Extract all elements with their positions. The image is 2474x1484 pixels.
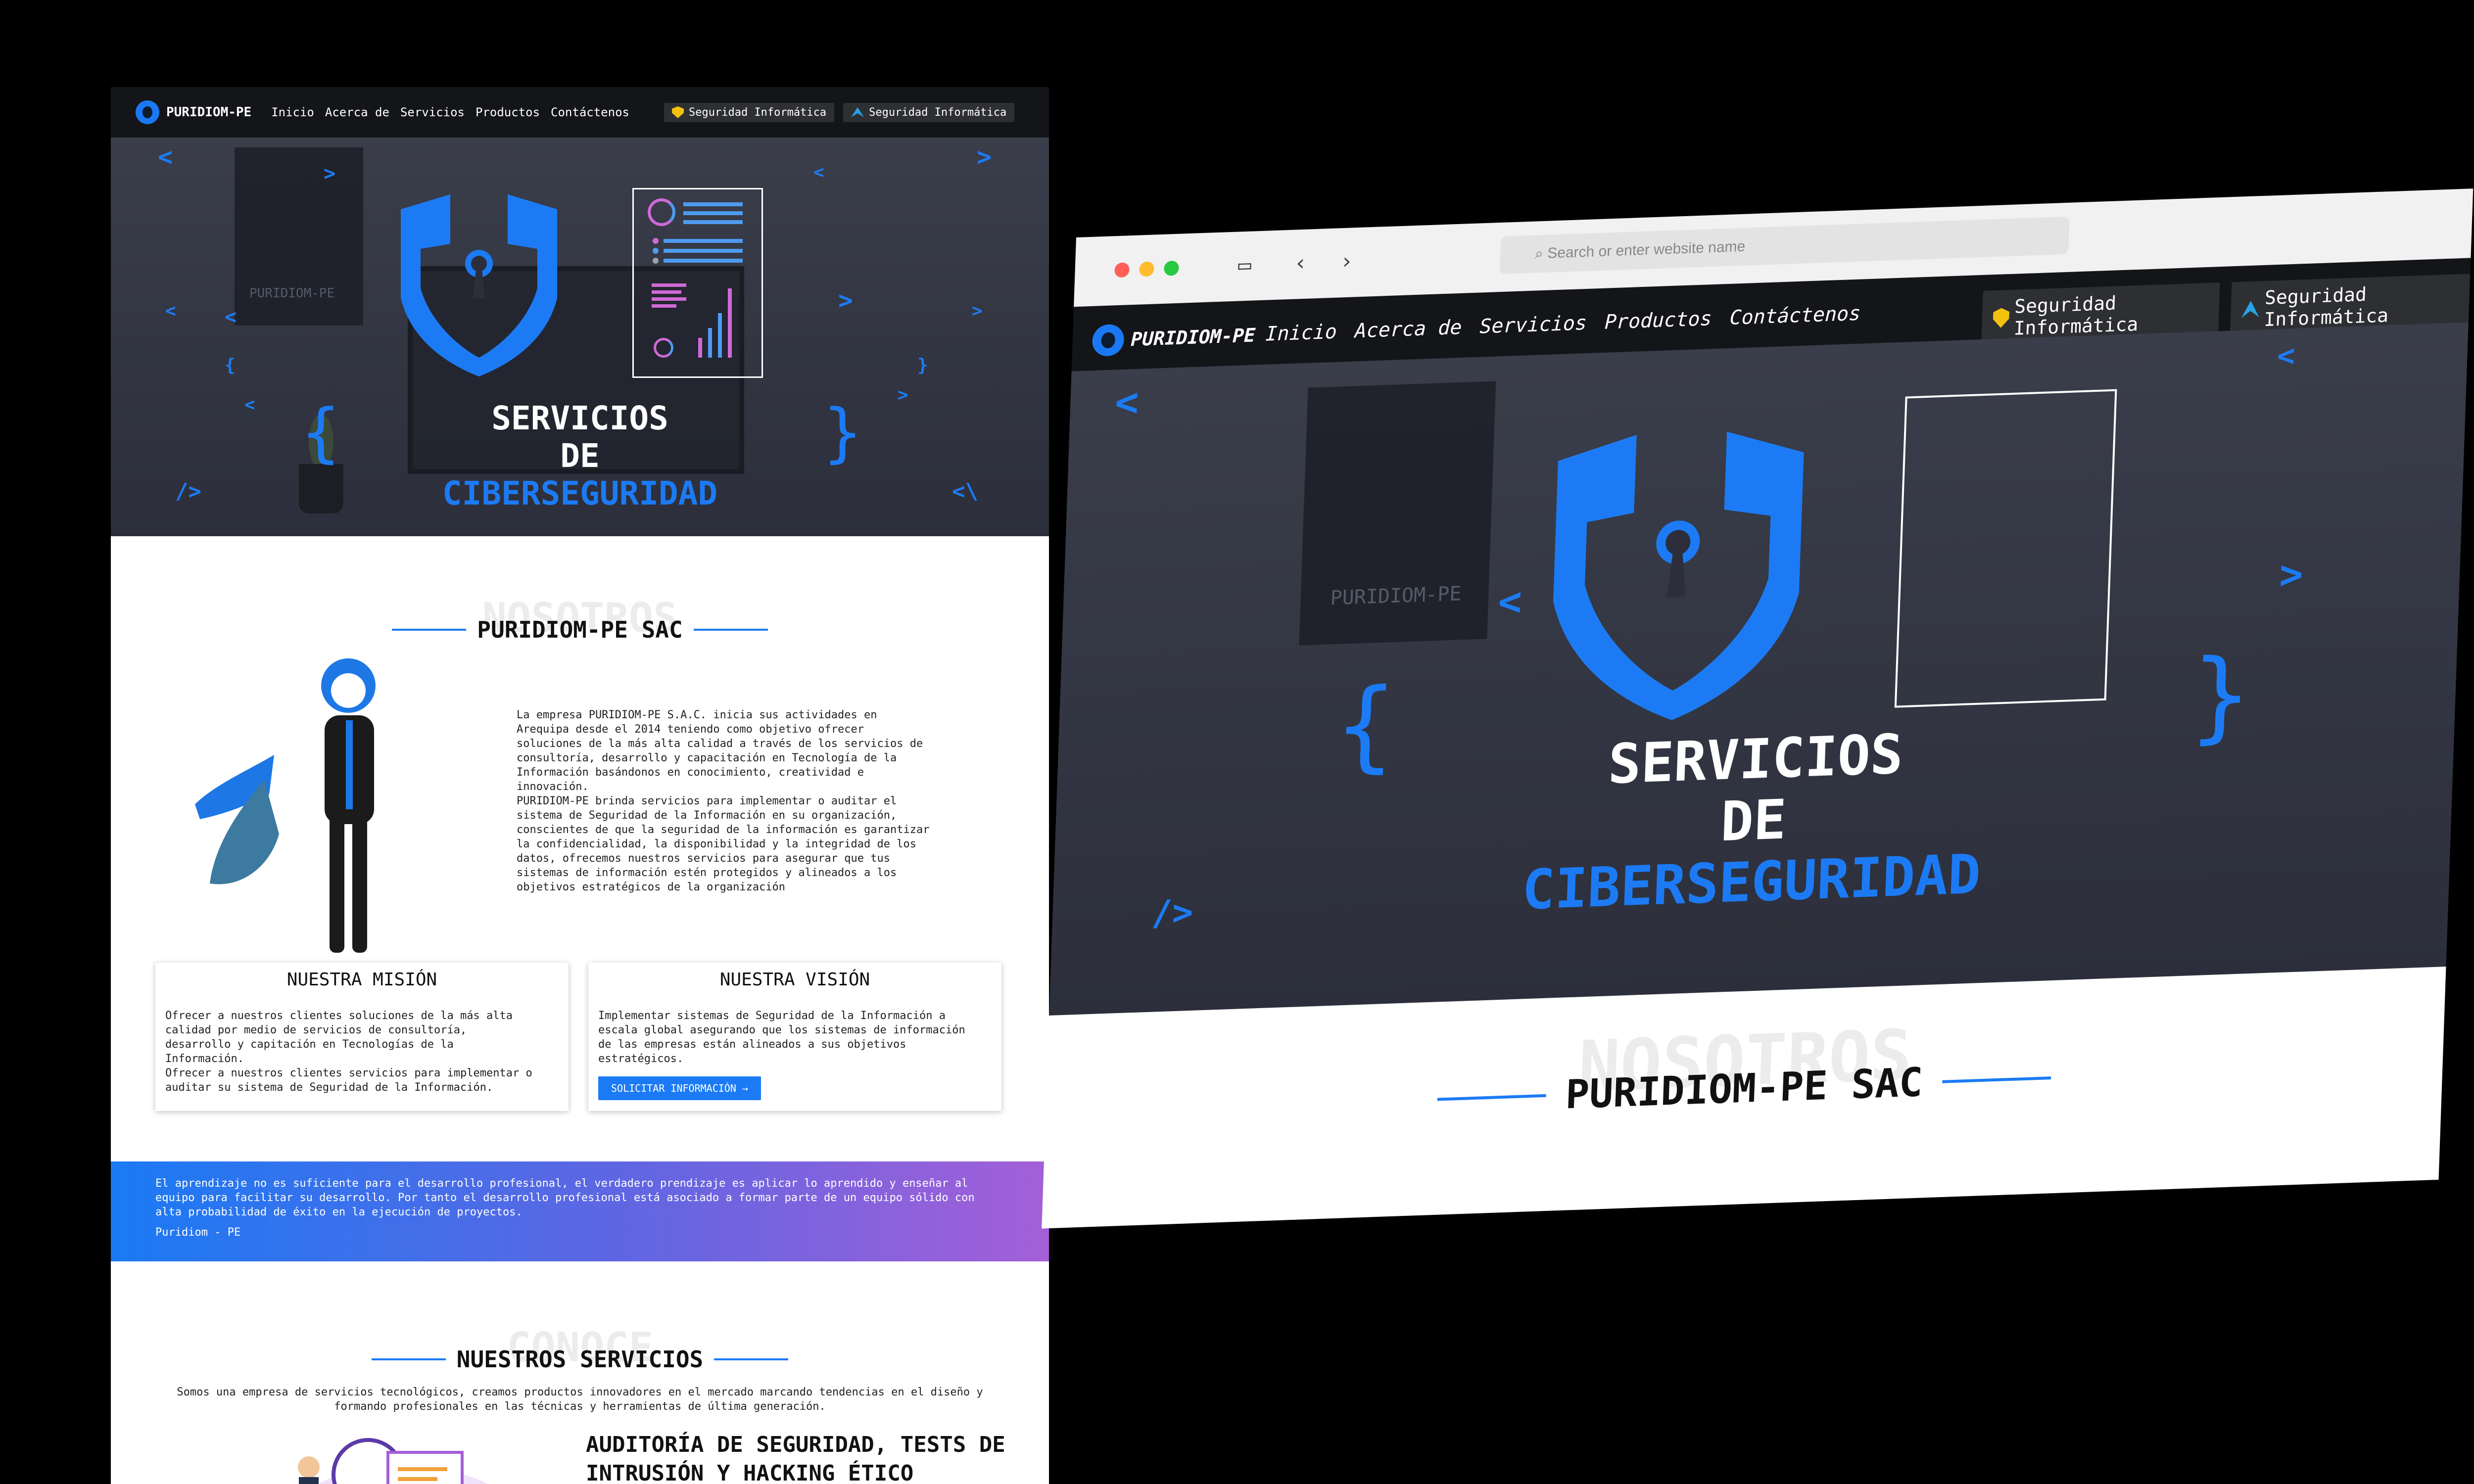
badge-label: Seguridad Informática (2013, 292, 2139, 339)
poster-label: PURIDIOM-PE (1330, 582, 1462, 610)
close-window-icon[interactable] (1114, 262, 1130, 278)
brand-logo-icon (136, 100, 159, 124)
report-chart-icon (632, 188, 763, 378)
services-title: NUESTROS SERVICIOS (372, 1346, 789, 1373)
security-audit-illustration-icon (298, 1438, 488, 1484)
brace-left-icon: { (225, 355, 236, 375)
superhero-mascot-icon (195, 658, 376, 953)
about-paragraph: La empresa PURIDIOM-PE S.A.C. inicia sus… (517, 709, 930, 893)
badge-label: Seguridad Informática (869, 106, 1007, 119)
arrow-up-blue-icon (2241, 300, 2260, 318)
forward-arrow-icon[interactable]: › (1339, 248, 1353, 274)
shield-lock-icon (401, 194, 557, 376)
chevron-left-icon: < (2276, 338, 2296, 374)
hero-title-line1: SERVICIOS (491, 399, 668, 437)
nav-link-contactenos[interactable]: Contáctenos (1729, 302, 1861, 329)
nav-link-productos[interactable]: Productos (476, 105, 540, 119)
hero-title-line2: DE (560, 437, 600, 475)
nav-links: Inicio Acerca de Servicios Productos Con… (1265, 302, 1861, 346)
badge-security-2[interactable]: Seguridad Informática (843, 102, 1015, 122)
chevron-left-icon: < (1114, 378, 1140, 426)
mission-title: NUESTRA MISIÓN (286, 970, 437, 990)
vision-title: NUESTRA VISIÓN (719, 970, 870, 990)
maximize-window-icon[interactable] (1163, 260, 1179, 276)
minimize-window-icon[interactable] (1139, 261, 1155, 277)
request-info-button[interactable]: SOLICITAR INFORMACIÓN → (598, 1076, 761, 1100)
badge-label: Seguridad Informática (2263, 283, 2389, 331)
shield-lock-icon (1553, 431, 1804, 720)
chevron-right-icon: > (324, 162, 336, 185)
badge-security-1[interactable]: Seguridad Informática (664, 102, 835, 122)
brand[interactable]: PURIDIOM-PE (1092, 319, 1256, 357)
nav-link-servicios[interactable]: Servicios (400, 105, 465, 119)
brand[interactable]: PURIDIOM-PE (136, 100, 251, 124)
nav-link-servicios[interactable]: Servicios (1479, 312, 1587, 338)
browser-nav-icons: ▭ ‹ › (1238, 248, 1354, 278)
hero-title: SERVICIOS DE CIBERSEGURIDAD (1052, 704, 2455, 937)
poster-label: PURIDIOM-PE (249, 286, 335, 301)
website-page: PURIDIOM-PE Inicio Acerca de Servicios P… (111, 87, 1049, 1484)
chevron-left-icon: < (1497, 578, 1523, 625)
brand-name: PURIDIOM-PE (1130, 324, 1256, 351)
nav-link-contactenos[interactable]: Contáctenos (551, 105, 629, 119)
wall-poster: PURIDIOM-PE (235, 147, 363, 325)
badge-label: Seguridad Informática (688, 106, 827, 119)
browser-window: ▭ ‹ › ⌕ Search or enter website name PUR… (1042, 188, 2474, 1229)
vision-text: Implementar sistemas de Seguridad de la … (598, 1010, 965, 1065)
quote-text: El aprendizaje no es suficiente para el … (155, 1177, 975, 1218)
hero-title: SERVICIOS DE CIBERSEGURIDAD (111, 400, 1049, 512)
brand-logo-icon (1092, 324, 1125, 357)
address-bar[interactable]: ⌕ Search or enter website name (1499, 216, 2070, 275)
service-item-title: AUDITORÍA DE SEGURIDAD, TESTS DE INTRUSI… (586, 1432, 1005, 1484)
address-placeholder: Search or enter website name (1547, 238, 1746, 262)
chevron-left-icon: < (813, 162, 824, 183)
shield-yellow-icon (671, 106, 684, 118)
chevron-right-icon: > (2279, 551, 2304, 598)
quote-author: Puridiom - PE (155, 1226, 241, 1239)
services-paragraph: Somos una empresa de servicios tecnológi… (177, 1386, 983, 1413)
arrow-up-blue-icon (851, 107, 864, 117)
browser-hero: PURIDIOM-PE < < < > { } /> SERVICIOS DE … (1049, 322, 2469, 1016)
services-section-title: CONOCE NUESTROS SERVICIOS (111, 1324, 1049, 1373)
nav-link-inicio[interactable]: Inicio (1265, 321, 1337, 346)
title-rule-left (1437, 1094, 1546, 1101)
mission-card: NUESTRA MISIÓN Ofrecer a nuestros client… (155, 963, 569, 1111)
sidebar-toggle-icon[interactable]: ▭ (1238, 252, 1252, 278)
nav-link-acerca[interactable]: Acerca de (325, 105, 389, 119)
brand-name: PURIDIOM-PE (166, 105, 252, 120)
search-icon: ⌕ (1534, 245, 1548, 262)
hero-title-line3: CIBERSEGURIDAD (442, 474, 718, 512)
chevron-right-icon: > (838, 286, 854, 315)
nav-link-acerca[interactable]: Acerca de (1354, 316, 1462, 343)
vision-card: NUESTRA VISIÓN Implementar sistemas de S… (588, 963, 1001, 1111)
about-section-title: NOSOTROS PURIDIOM-PE SAC (111, 595, 1049, 643)
brace-right-icon: } (917, 355, 928, 375)
nav-link-productos[interactable]: Productos (1604, 307, 1712, 334)
top-nav: PURIDIOM-PE Inicio Acerca de Servicios P… (111, 87, 1049, 138)
chevron-left-icon: < (165, 301, 176, 321)
mission-text: Ofrecer a nuestros clientes soluciones d… (165, 1010, 532, 1094)
about-title: PURIDIOM-PE SAC (392, 616, 767, 643)
hero-banner: PURIDIOM-PE < > > < < > < > {} {} < > … (111, 138, 1049, 536)
nav-link-inicio[interactable]: Inicio (271, 105, 314, 119)
chevron-left-icon: < (225, 306, 237, 328)
chevron-right-icon: > (977, 142, 992, 171)
title-rule-right (1942, 1076, 2051, 1083)
report-chart-icon (1894, 389, 2117, 708)
back-arrow-icon[interactable]: ‹ (1293, 250, 1307, 276)
chevron-left-icon: < (158, 142, 173, 171)
chevron-right-icon: > (972, 301, 983, 321)
shield-yellow-icon (1993, 308, 2009, 328)
nav-badges: Seguridad Informática Seguridad Informát… (664, 102, 1015, 122)
nav-links: Inicio Acerca de Servicios Productos Con… (271, 105, 629, 119)
wall-poster: PURIDIOM-PE (1299, 381, 1496, 646)
quote-banner: El aprendizaje no es suficiente para el … (111, 1161, 1049, 1261)
